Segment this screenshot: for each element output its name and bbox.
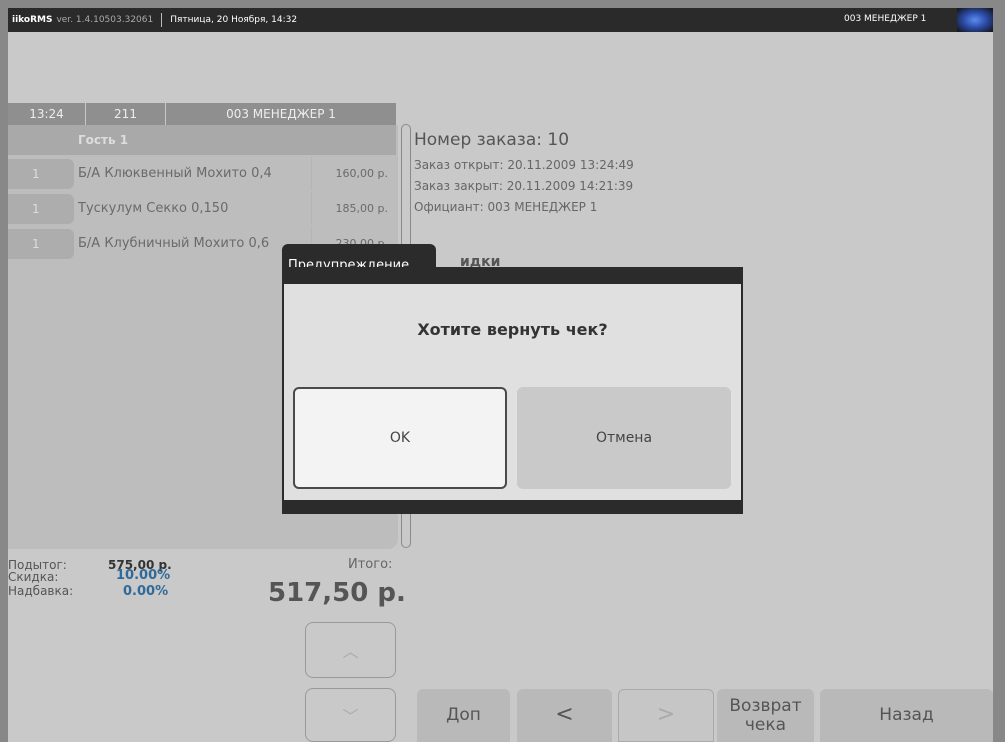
- item-name: Тускулум Секко 0,150: [78, 201, 229, 216]
- scroll-up-button[interactable]: ︿: [305, 622, 396, 678]
- order-closed: Заказ закрыт: 20.11.2009 14:21:39: [414, 179, 634, 193]
- surcharge-value: 0.00%: [123, 584, 169, 599]
- return-check-button[interactable]: Возврат чека: [717, 689, 814, 742]
- order-opened: Заказ открыт: 20.11.2009 13:24:49: [414, 158, 634, 172]
- order-waiter: 003 МЕНЕДЖЕР 1: [226, 107, 336, 121]
- next-button[interactable]: >: [618, 689, 714, 742]
- prev-button[interactable]: <: [517, 689, 612, 742]
- item-name: Б/А Клюквенный Мохито 0,4: [78, 166, 272, 181]
- item-quantity: 1: [8, 194, 74, 224]
- main-screen: 13:24 211 003 МЕНЕДЖЕР 1 Гость 1 1 Б/А К…: [8, 32, 993, 742]
- current-datetime: Пятница, 20 Ноября, 14:32: [170, 15, 298, 25]
- back-button[interactable]: Назад: [820, 689, 993, 742]
- app-logo-icon: [957, 8, 993, 32]
- discount-label: Скидка:: [8, 570, 59, 584]
- item-quantity: 1: [8, 159, 74, 189]
- total-label: Итого:: [348, 557, 393, 572]
- chevron-down-icon: ﹀: [342, 707, 359, 726]
- order-header: 13:24 211 003 МЕНЕДЖЕР 1: [8, 103, 396, 125]
- item-name: Б/А Клубничный Мохито 0,6: [78, 236, 270, 251]
- item-price: 185,00 р.: [311, 192, 396, 225]
- order-item[interactable]: 1 Тускулум Секко 0,150 185,00 р.: [8, 192, 396, 225]
- total-amount: 517,50 р.: [268, 578, 406, 608]
- order-waiter-info: Официант: 003 МЕНЕДЖЕР 1: [414, 200, 598, 214]
- order-time: 13:24: [8, 103, 86, 125]
- order-item[interactable]: 1 Б/А Клюквенный Мохито 0,4 160,00 р.: [8, 157, 396, 190]
- ok-button[interactable]: OK: [293, 387, 507, 489]
- title-separator: [161, 13, 163, 27]
- app-version: ver. 1.4.10503.32061: [56, 15, 154, 25]
- order-number: Номер заказа: 10: [414, 130, 570, 150]
- guest-header[interactable]: Гость 1: [8, 125, 396, 155]
- item-quantity: 1: [8, 229, 74, 259]
- surcharge-label: Надбавка:: [8, 584, 74, 598]
- scroll-down-button[interactable]: ﹀: [305, 688, 396, 742]
- dialog-body: Хотите вернуть чек? OK Отмена: [284, 284, 741, 500]
- current-user: 003 МЕНЕДЖЕР 1: [844, 14, 927, 24]
- discount-value: 10.00%: [116, 568, 171, 583]
- chevron-up-icon: ︿: [342, 642, 359, 661]
- title-bar: iikoRMS ver. 1.4.10503.32061 Пятница, 20…: [8, 8, 993, 32]
- dialog-message: Хотите вернуть чек?: [417, 320, 608, 339]
- app-brand: iikoRMS: [12, 15, 53, 25]
- cancel-button[interactable]: Отмена: [517, 387, 731, 489]
- extra-button[interactable]: Доп: [417, 689, 510, 742]
- order-table: 211: [86, 103, 166, 125]
- warning-dialog: Хотите вернуть чек? OK Отмена: [282, 267, 743, 514]
- item-price: 160,00 р.: [311, 157, 396, 190]
